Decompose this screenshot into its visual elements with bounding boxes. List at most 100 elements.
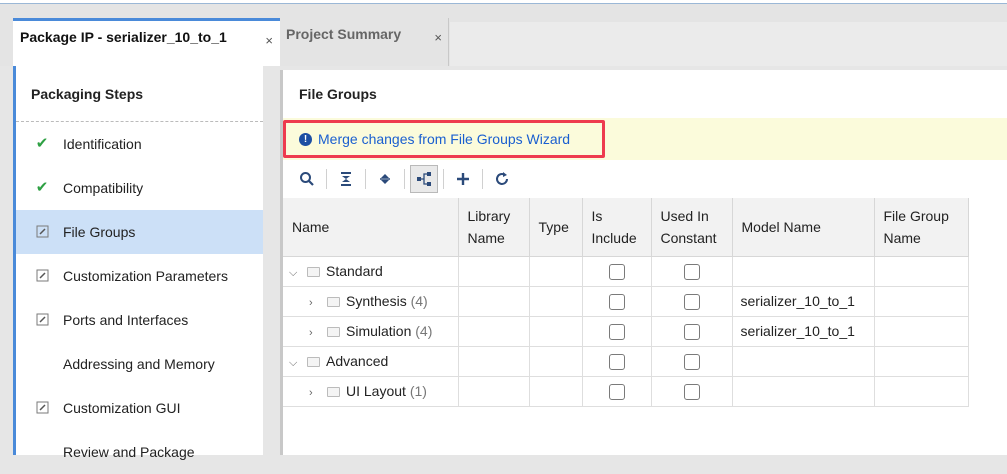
add-button[interactable]	[449, 165, 477, 193]
step-label: Compatibility	[63, 180, 144, 196]
chevron-down-icon[interactable]: ⌵	[289, 267, 301, 280]
folder-icon	[327, 297, 340, 307]
column-header[interactable]: Is Include	[582, 198, 652, 257]
is-include-checkbox[interactable]	[608, 383, 625, 400]
step-customization-gui[interactable]: Customization GUI	[16, 386, 263, 430]
is-include-checkbox[interactable]	[608, 263, 625, 280]
is-include-checkbox[interactable]	[608, 323, 625, 340]
table-row[interactable]: › Synthesis (4) serializer_10_to_1	[283, 286, 969, 317]
step-label: Customization Parameters	[63, 268, 228, 284]
separator	[404, 169, 405, 189]
merge-changes-link[interactable]: ! Merge changes from File Groups Wizard	[283, 120, 605, 158]
step-review-and-package[interactable]: Review and Package	[16, 430, 263, 474]
table-row[interactable]: ⌵ Advanced	[283, 346, 969, 377]
edit-icon	[34, 223, 50, 239]
step-ports-and-interfaces[interactable]: Ports and Interfaces	[16, 298, 263, 342]
table-row[interactable]: › UI Layout (1)	[283, 376, 969, 407]
file-count: (4)	[415, 323, 433, 339]
is-include-checkbox[interactable]	[608, 353, 625, 370]
merge-link-label: Merge changes from File Groups Wizard	[318, 131, 571, 147]
refresh-button[interactable]	[488, 165, 516, 193]
folder-icon	[307, 266, 320, 277]
tab-bar: Package IP - serializer_10_to_1 × Projec…	[0, 4, 1007, 66]
separator	[365, 169, 366, 189]
collapse-all-icon	[341, 172, 351, 186]
tab-project-summary[interactable]: Project Summary ×	[281, 18, 449, 66]
step-customization-parameters[interactable]: Customization Parameters	[16, 254, 263, 298]
edit-icon	[34, 267, 50, 283]
tab-bar-empty	[450, 22, 1007, 66]
separator	[443, 169, 444, 189]
chevron-right-icon[interactable]: ›	[309, 297, 321, 309]
search-button[interactable]	[293, 165, 321, 193]
step-label: Review and Package	[63, 444, 195, 460]
folder-icon	[327, 327, 340, 337]
used-in-constant-checkbox[interactable]	[683, 353, 700, 370]
step-compatibility[interactable]: ✔ Compatibility	[16, 166, 263, 210]
row-name: Simulation	[346, 323, 412, 339]
step-label: Addressing and Memory	[63, 356, 215, 372]
panel-title: Packaging Steps	[16, 66, 263, 122]
column-header[interactable]: Name	[283, 198, 459, 257]
tab-label: Project Summary	[286, 26, 402, 42]
row-name: UI Layout	[346, 383, 406, 399]
refresh-icon	[496, 172, 508, 185]
column-header[interactable]: Library Name	[458, 198, 530, 257]
close-icon[interactable]: ×	[434, 30, 442, 45]
tab-package-ip[interactable]: Package IP - serializer_10_to_1 ×	[13, 18, 280, 66]
row-name: Synthesis	[346, 293, 407, 309]
column-header[interactable]: Model Name	[732, 198, 875, 257]
model-name	[732, 256, 875, 287]
used-in-constant-checkbox[interactable]	[683, 263, 700, 280]
toolbar	[283, 162, 1007, 196]
is-include-checkbox[interactable]	[608, 293, 625, 310]
file-groups-panel: File Groups ! Merge changes from File Gr…	[280, 70, 1007, 455]
step-label: Identification	[63, 136, 142, 152]
search-icon	[300, 172, 314, 186]
info-banner: ! Merge changes from File Groups Wizard	[283, 118, 1007, 160]
file-groups-table: Name Library Name Type Is Include Used I…	[283, 198, 969, 407]
separator	[326, 169, 327, 189]
plus-icon	[457, 173, 469, 185]
step-identification[interactable]: ✔ Identification	[16, 122, 263, 166]
tab-label: Package IP - serializer_10_to_1	[20, 29, 227, 45]
close-icon[interactable]: ×	[265, 33, 273, 48]
step-label: Ports and Interfaces	[63, 312, 189, 328]
table-row[interactable]: ⌵ Standard	[283, 256, 969, 287]
column-header[interactable]: File Group Name	[874, 198, 969, 257]
page-title: File Groups	[299, 86, 377, 102]
chevron-right-icon[interactable]: ›	[309, 387, 321, 399]
table-row[interactable]: › Simulation (4) serializer_10_to_1	[283, 316, 969, 347]
chevron-right-icon[interactable]: ›	[309, 327, 321, 339]
edit-icon	[34, 311, 50, 327]
expand-all-button[interactable]	[371, 165, 399, 193]
expand-all-icon	[380, 174, 390, 184]
used-in-constant-checkbox[interactable]	[683, 293, 700, 310]
table-header: Name Library Name Type Is Include Used I…	[283, 198, 969, 257]
separator	[482, 169, 483, 189]
file-count: (1)	[409, 383, 427, 399]
model-name	[732, 346, 875, 377]
collapse-all-button[interactable]	[332, 165, 360, 193]
used-in-constant-checkbox[interactable]	[683, 383, 700, 400]
chevron-down-icon[interactable]: ⌵	[289, 357, 301, 370]
step-file-groups[interactable]: File Groups	[16, 210, 263, 254]
column-header[interactable]: Type	[529, 198, 583, 257]
model-name: serializer_10_to_1	[732, 316, 875, 347]
hierarchy-icon	[417, 172, 431, 186]
column-header[interactable]: Used In Constant	[651, 198, 733, 257]
model-name: serializer_10_to_1	[732, 286, 875, 317]
check-icon: ✔	[35, 135, 49, 152]
row-name: Advanced	[326, 352, 389, 369]
step-label: Customization GUI	[63, 400, 181, 416]
check-icon: ✔	[35, 179, 49, 196]
info-icon: !	[299, 132, 312, 146]
used-in-constant-checkbox[interactable]	[683, 323, 700, 340]
hierarchy-view-toggle[interactable]	[410, 165, 438, 193]
edit-icon	[34, 399, 50, 415]
file-count: (4)	[410, 293, 428, 309]
model-name	[732, 376, 875, 407]
step-addressing-and-memory[interactable]: Addressing and Memory	[16, 342, 263, 386]
folder-icon	[307, 356, 320, 367]
folder-icon	[327, 387, 340, 397]
